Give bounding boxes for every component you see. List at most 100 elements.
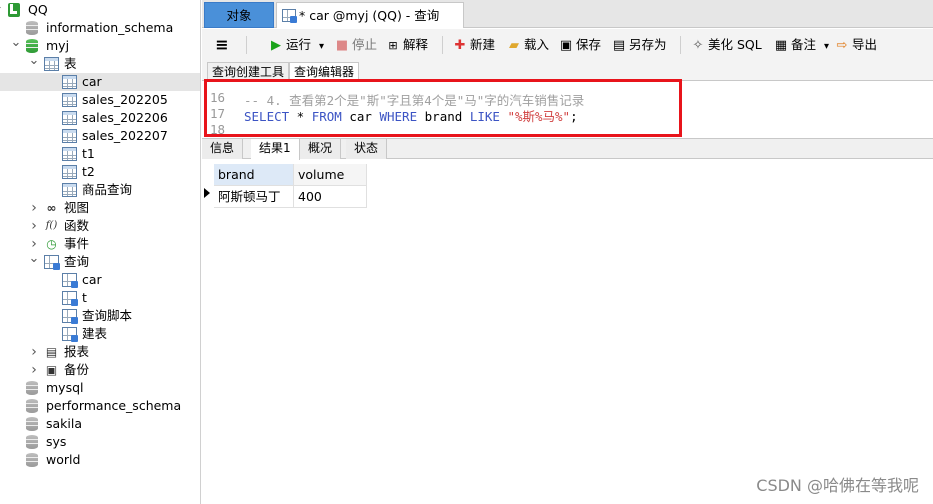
tree-item[interactable]: information_schema xyxy=(0,19,200,37)
save-as-button[interactable]: ▤ 另存为 xyxy=(611,36,667,54)
tree-item[interactable]: › f() 函数 xyxy=(0,217,200,235)
tree-item[interactable]: › ▤ 报表 xyxy=(0,343,200,361)
chevron-down-icon[interactable]: ⌄ xyxy=(0,0,4,19)
tree-item-label: myj xyxy=(46,38,70,53)
tree-item[interactable]: sales_202206 xyxy=(0,109,200,127)
tree-item[interactable]: ⌄ 查询 xyxy=(0,252,200,271)
stop-button[interactable]: ■ 停止 xyxy=(334,36,377,54)
table-icon xyxy=(62,93,77,107)
toolbar-separator xyxy=(246,36,247,54)
tree-item[interactable]: 建表 xyxy=(0,325,200,343)
tree-item[interactable]: car xyxy=(0,73,200,91)
tab-query-label: * car @myj (QQ) - 查询 xyxy=(299,8,440,23)
tree-item-label: t2 xyxy=(82,164,95,179)
toolbar: ≡ ▶ 运行 ▾ ■ 停止 ⊞ 解释 ✚ 新建 ▰ 载入 ▣ 保存 ▤ 另存为 ✧ 美化 SQL… xyxy=(202,29,933,61)
watermark: CSDN @哈佛在等我呢 xyxy=(756,476,919,495)
tree-item-label: car xyxy=(82,272,102,287)
table-icon xyxy=(62,129,77,143)
tree-item[interactable]: sys xyxy=(0,433,200,451)
event-icon: ◷ xyxy=(46,237,57,251)
tree-item-label: sales_202207 xyxy=(82,128,168,143)
database-icon xyxy=(26,39,38,53)
tree-item-label: QQ xyxy=(28,2,48,17)
queries-folder-icon xyxy=(44,255,60,270)
notes-dropdown-icon[interactable]: ▾ xyxy=(824,41,829,52)
save-label: 保存 xyxy=(576,37,602,52)
table-cell-brand[interactable]: 阿斯顿马丁 xyxy=(214,186,294,208)
chevron-right-icon[interactable]: › xyxy=(28,361,40,379)
tab-result-1[interactable]: 结果1 xyxy=(251,139,300,160)
column-header-brand[interactable]: brand xyxy=(214,164,294,186)
export-button[interactable]: ⇨ 导出 xyxy=(834,36,877,54)
highlight-annotation-box xyxy=(204,79,682,137)
tab-info[interactable]: 信息 xyxy=(202,139,244,159)
tree-item[interactable]: ⌄ QQ xyxy=(0,0,200,19)
tree-item-label: 备份 xyxy=(64,362,90,377)
chevron-down-icon[interactable]: ⌄ xyxy=(28,54,40,73)
tree-item[interactable]: sales_202207 xyxy=(0,127,200,145)
toolbar-separator xyxy=(442,36,443,54)
explain-label: 解释 xyxy=(403,37,429,52)
tree-item[interactable]: performance_schema xyxy=(0,397,200,415)
notes-label: 备注 xyxy=(791,37,817,52)
run-dropdown-icon[interactable]: ▾ xyxy=(319,41,324,52)
save-button[interactable]: ▣ 保存 xyxy=(558,36,601,54)
tree-item[interactable]: sales_202205 xyxy=(0,91,200,109)
tree-item[interactable]: 查询脚本 xyxy=(0,307,200,325)
table-icon xyxy=(62,111,77,125)
chevron-right-icon[interactable]: › xyxy=(28,199,40,217)
query-icon xyxy=(62,273,78,288)
notes-icon: ▦ xyxy=(774,38,788,53)
navigation-tree[interactable]: ⌄QQinformation_schema⌄myj⌄表carsales_2022… xyxy=(0,0,201,504)
database-icon xyxy=(26,21,38,35)
notes-button[interactable]: ▦ 备注 ▾ xyxy=(773,36,829,54)
tree-item[interactable]: car xyxy=(0,271,200,289)
beautify-sql-button[interactable]: ✧ 美化 SQL xyxy=(690,36,762,54)
query-icon xyxy=(62,291,78,306)
tree-item-label: t1 xyxy=(82,146,95,161)
tree-item[interactable]: t1 xyxy=(0,145,200,163)
run-button[interactable]: ▶ 运行 ▾ xyxy=(268,36,324,54)
tree-item[interactable]: › ▣ 备份 xyxy=(0,361,200,379)
tree-item[interactable]: › ∞ 视图 xyxy=(0,199,200,217)
database-icon xyxy=(26,399,38,413)
new-label: 新建 xyxy=(470,37,496,52)
chevron-down-icon[interactable]: ⌄ xyxy=(10,36,22,55)
new-query-button[interactable]: ✚ 新建 xyxy=(452,36,495,54)
tree-item[interactable]: t xyxy=(0,289,200,307)
column-header-volume[interactable]: volume xyxy=(294,164,367,186)
tree-item-label: sales_202205 xyxy=(82,92,168,107)
tab-overview[interactable]: 概况 xyxy=(300,139,342,159)
tree-item-label: 报表 xyxy=(64,344,90,359)
tree-item[interactable]: world xyxy=(0,451,200,469)
result-grid[interactable]: brand volume 阿斯顿马丁 400 xyxy=(202,160,933,504)
export-label: 导出 xyxy=(852,37,878,52)
tab-query[interactable]: * car @myj (QQ) - 查询 xyxy=(276,2,464,28)
database-icon xyxy=(26,453,38,467)
tree-item-label: information_schema xyxy=(46,20,174,35)
tree-item[interactable]: t2 xyxy=(0,163,200,181)
menu-button[interactable]: ≡ xyxy=(214,36,232,54)
tree-item-label: t xyxy=(82,290,87,305)
load-button[interactable]: ▰ 载入 xyxy=(506,36,549,54)
new-icon: ✚ xyxy=(454,38,466,53)
tree-item-label: mysql xyxy=(46,380,84,395)
tree-item[interactable]: mysql xyxy=(0,379,200,397)
function-icon: f() xyxy=(45,220,58,231)
chevron-down-icon[interactable]: ⌄ xyxy=(28,252,40,271)
table-cell-volume[interactable]: 400 xyxy=(294,186,367,208)
chevron-right-icon[interactable]: › xyxy=(28,217,40,235)
tree-item[interactable]: ⌄ 表 xyxy=(0,54,200,73)
tree-item-label: world xyxy=(46,452,81,467)
explain-button[interactable]: ⊞ 解释 xyxy=(385,36,428,54)
tab-objects[interactable]: 对象 xyxy=(204,2,274,28)
play-icon: ▶ xyxy=(271,38,281,53)
tree-item-label: 商品查询 xyxy=(82,182,133,197)
tables-folder-icon xyxy=(44,57,59,71)
stop-icon: ■ xyxy=(335,38,349,53)
tree-item[interactable]: 商品查询 xyxy=(0,181,200,199)
chevron-right-icon[interactable]: › xyxy=(28,343,40,361)
tab-status[interactable]: 状态 xyxy=(346,139,388,159)
tree-item[interactable]: sakila xyxy=(0,415,200,433)
database-icon xyxy=(26,381,38,395)
